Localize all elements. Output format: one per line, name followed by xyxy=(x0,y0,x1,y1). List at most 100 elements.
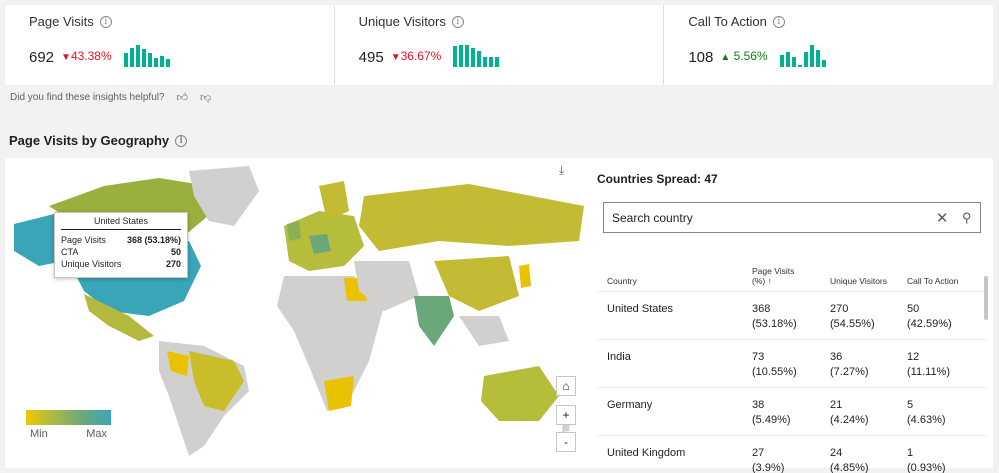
cell-cta: 1 xyxy=(907,447,914,459)
search-box: ✕ ⚲ xyxy=(603,202,981,233)
info-icon[interactable]: i xyxy=(772,15,785,28)
feedback-text: Did you find these insights helpful? xyxy=(10,92,165,103)
cell-cta: 50 xyxy=(907,303,920,315)
zoom-out-button[interactable]: - xyxy=(556,432,576,452)
cell-page-visits: 73 xyxy=(752,351,765,363)
header-country[interactable]: Country xyxy=(597,276,752,286)
info-icon[interactable]: i xyxy=(99,15,112,28)
map-japan xyxy=(519,264,531,288)
sparkline-bar xyxy=(495,57,500,67)
plus-icon: + xyxy=(562,408,570,422)
countries-table: Country Page Visits (%) ↑ Unique Visitors… xyxy=(597,244,987,473)
sparkline-bar xyxy=(165,59,170,67)
thumbs-up-icon[interactable]: 👍︎ xyxy=(177,91,189,104)
kpi-change-value: 5.56% xyxy=(733,49,768,63)
cell-page-visits: 368 xyxy=(752,303,771,315)
header-unique-visitors[interactable]: Unique Visitors xyxy=(830,276,907,286)
tooltip-label: Page Visits xyxy=(61,235,106,245)
cell-unique-pct: (54.55%) xyxy=(830,318,875,330)
header-call-to-action[interactable]: Call To Action xyxy=(907,276,977,286)
tooltip-label: CTA xyxy=(61,247,79,257)
sort-ascending-icon: ↑ xyxy=(767,276,772,286)
kpi-title: Call To Action xyxy=(688,14,767,29)
tooltip-row: Page Visits 368 (53.18%) xyxy=(61,234,181,246)
cell-cta-pct: (42.59%) xyxy=(907,318,952,330)
section-title: Page Visits by Geography i xyxy=(9,133,188,148)
cell-cta: 12 xyxy=(907,351,920,363)
cell-page-visits-pct: (5.49%) xyxy=(752,414,791,426)
sparkline-bar xyxy=(821,60,826,67)
legend-max-label: Max xyxy=(86,428,107,440)
home-icon: ⌂ xyxy=(562,379,570,393)
clear-icon[interactable]: ✕ xyxy=(936,209,949,227)
tooltip-value: 368 (53.18%) xyxy=(126,235,181,245)
arrow-up-icon: ▲ xyxy=(720,52,731,63)
sparkline-bar xyxy=(483,57,488,67)
sparkline-bar xyxy=(489,57,494,67)
sparkline xyxy=(123,45,170,67)
kpi-change-value: 36.67% xyxy=(400,49,442,63)
header-page-visits[interactable]: Page Visits (%) ↑ xyxy=(752,266,830,286)
cell-country: United Kingdom xyxy=(607,447,686,459)
sparkline xyxy=(779,45,826,67)
home-button[interactable]: ⌂ xyxy=(556,376,576,396)
header-page-visits-label: Page Visits xyxy=(752,266,795,276)
arrow-down-icon: ▼ xyxy=(61,52,71,63)
kpi-change-value: 43.38% xyxy=(70,49,112,63)
sparkline-bar xyxy=(141,49,146,67)
cell-country: Germany xyxy=(607,399,653,411)
cell-page-visits: 27 xyxy=(752,447,765,459)
kpi-title: Unique Visitors xyxy=(358,14,446,29)
sparkline-bar xyxy=(153,58,158,67)
table-header: Country Page Visits (%) ↑ Unique Visitors… xyxy=(597,244,987,292)
zoom-in-button[interactable]: + xyxy=(556,405,576,425)
cell-page-visits-pct: (10.55%) xyxy=(752,366,797,378)
sparkline xyxy=(453,45,500,67)
cell-country: India xyxy=(607,351,631,363)
table-row[interactable]: India 73 (10.55%) 36 (7.27%) 12 (11.11%) xyxy=(597,340,987,388)
cell-page-visits-pct: (3.9%) xyxy=(752,462,785,473)
map-india xyxy=(414,296,454,346)
table-scrollbar[interactable] xyxy=(984,276,988,320)
kpi-page-visits: Page Visits i 692 ▼43.38% xyxy=(5,5,334,85)
kpi-call-to-action: Call To Action i 108 ▲ 5.56% xyxy=(663,5,993,85)
table-row[interactable]: Germany 38 (5.49%) 21 (4.24%) 5 (4.63%) xyxy=(597,388,987,436)
sparkline-bar xyxy=(471,48,476,67)
sparkline-bar xyxy=(129,48,134,67)
cell-cta-pct: (0.93%) xyxy=(907,462,946,473)
kpi-value: 495 xyxy=(358,49,384,66)
feedback-prompt: Did you find these insights helpful? 👍︎ … xyxy=(10,91,211,104)
countries-spread: Countries Spread: 47 xyxy=(597,172,718,186)
map-southeast-asia xyxy=(459,316,509,346)
info-icon[interactable]: i xyxy=(451,15,464,28)
search-input[interactable] xyxy=(612,210,936,225)
map-australia xyxy=(481,366,559,421)
table-row[interactable]: United Kingdom 27 (3.9%) 24 (4.85%) 1 (0.93… xyxy=(597,436,987,473)
tooltip-value: 50 xyxy=(170,247,181,257)
sparkline-bar xyxy=(815,50,820,67)
minus-icon: - xyxy=(564,435,568,449)
sparkline-bar xyxy=(453,46,458,67)
sparkline-bar xyxy=(803,52,808,67)
legend-min-label: Min xyxy=(30,428,48,440)
cell-unique: 36 xyxy=(830,351,843,363)
cell-country: United States xyxy=(607,303,674,315)
map-legend: Min Max xyxy=(26,410,111,440)
thumbs-down-icon[interactable]: 👎︎ xyxy=(200,91,211,104)
kpi-strip: Page Visits i 692 ▼43.38% Unique Visitors… xyxy=(5,5,993,85)
table-row[interactable]: United States 368 (53.18%) 270 (54.55%) 50… xyxy=(597,292,987,340)
kpi-change: ▼36.67% xyxy=(391,47,442,67)
kpi-change: ▼43.38% xyxy=(61,47,112,67)
search-icon[interactable]: ⚲ xyxy=(962,210,972,226)
map-tooltip: United States Page Visits 368 (53.18%) CT… xyxy=(54,212,188,278)
cell-cta: 5 xyxy=(907,399,914,411)
sparkline-bar xyxy=(465,45,470,67)
sparkline-bar xyxy=(797,65,802,67)
legend-gradient xyxy=(26,410,111,425)
header-page-visits-unit: (%) xyxy=(752,276,766,286)
sparkline-bar xyxy=(159,56,164,67)
kpi-unique-visitors: Unique Visitors i 495 ▼36.67% xyxy=(333,5,664,85)
download-icon[interactable]: ⤓ xyxy=(559,163,564,178)
info-icon[interactable]: i xyxy=(175,134,188,147)
map-uk xyxy=(287,221,301,241)
